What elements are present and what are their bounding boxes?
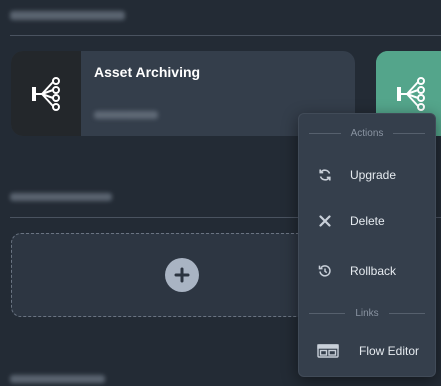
top-divider — [10, 35, 441, 36]
flow-editor-link[interactable]: Flow Editor — [299, 334, 435, 368]
upgrade-menu-item[interactable]: Upgrade — [299, 158, 435, 192]
section-heading-redacted — [10, 11, 125, 20]
actions-section-heading: Actions — [309, 128, 426, 139]
links-section-heading: Links — [309, 308, 426, 319]
close-icon — [317, 213, 333, 229]
refresh-icon — [317, 167, 333, 183]
rollback-label: Rollback — [350, 264, 397, 278]
delete-label: Delete — [350, 214, 385, 228]
card-title: Asset Archiving — [94, 64, 201, 80]
rollback-menu-item[interactable]: Rollback — [299, 254, 435, 288]
editor-window-icon — [317, 343, 339, 359]
card-subtitle-redacted — [94, 111, 158, 119]
section-heading-redacted-3 — [10, 375, 105, 383]
upgrade-label: Upgrade — [350, 168, 397, 182]
add-flow-button[interactable] — [165, 258, 199, 292]
links-heading-label: Links — [355, 308, 379, 319]
rollback-icon — [317, 263, 333, 279]
flow-icon — [11, 51, 81, 136]
context-menu: Actions Upgrade Delete Rollback Links Fl… — [298, 113, 436, 377]
actions-heading-label: Actions — [350, 128, 384, 139]
flow-editor-label: Flow Editor — [359, 344, 420, 358]
section-heading-redacted-2 — [10, 193, 112, 201]
delete-menu-item[interactable]: Delete — [299, 204, 435, 238]
plus-icon — [174, 267, 190, 283]
